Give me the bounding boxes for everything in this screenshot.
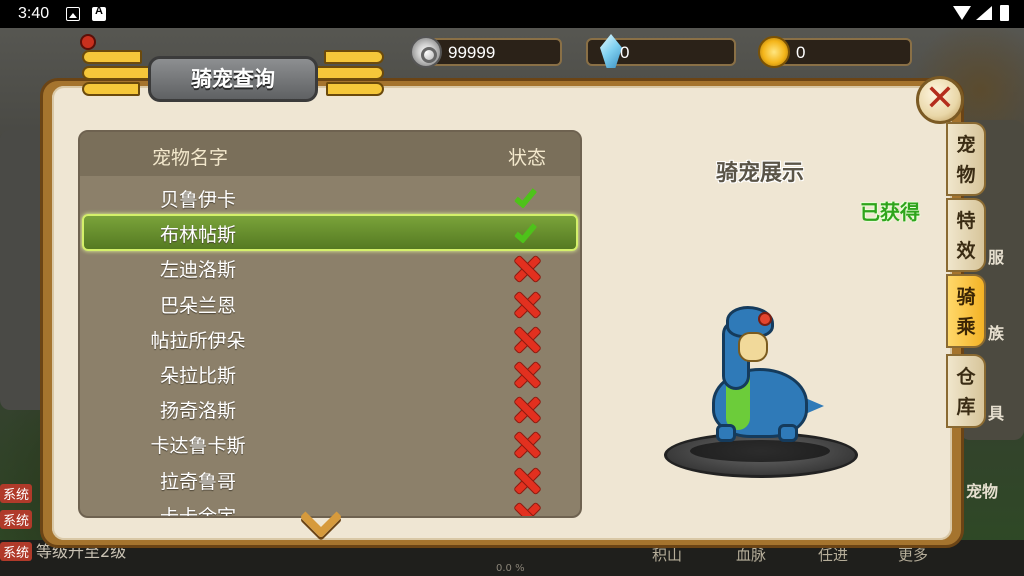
scroll-down-icon[interactable] xyxy=(300,502,342,532)
cross-icon xyxy=(510,252,544,282)
right-menu-label[interactable]: 具 xyxy=(988,400,1004,424)
tab-label: 效 xyxy=(956,240,976,262)
right-menu-label[interactable]: 宠物 xyxy=(966,478,998,502)
chat-tag: 系统 xyxy=(0,542,33,561)
status-time: 3:40 xyxy=(18,5,50,22)
panel-title: 骑宠查询 xyxy=(148,56,318,102)
right-menu-label[interactable]: 服 xyxy=(988,244,1004,268)
list-header: 宠物名字 状态 xyxy=(80,132,580,176)
pet-name: 帖拉所伊朵 xyxy=(150,329,246,352)
pet-name: 卡达鲁卡斯 xyxy=(150,435,246,458)
silver-coin-icon xyxy=(410,36,442,68)
cross-icon xyxy=(510,428,544,458)
list-item[interactable]: 拉奇鲁哥 xyxy=(80,462,580,497)
list-item[interactable]: 贝鲁伊卡 xyxy=(80,180,580,215)
wifi-icon xyxy=(953,6,971,20)
progress-percent: 0.0 % xyxy=(496,563,525,574)
battery-icon xyxy=(1000,5,1009,21)
image-notification-icon xyxy=(66,7,80,21)
tab-effect[interactable]: 特 效 xyxy=(946,198,986,272)
list-item[interactable]: 扬奇洛斯 xyxy=(80,391,580,426)
mount-display-title: 骑宠展示 xyxy=(715,161,804,186)
app-notification-icon xyxy=(92,5,106,21)
status-bar: 3:40 xyxy=(0,0,1024,28)
gold-value: 0 xyxy=(796,43,806,62)
close-icon: ✕ xyxy=(924,78,956,119)
header-pet-name: 宠物名字 xyxy=(152,147,229,169)
chat-line: 系统 xyxy=(0,484,36,503)
crystal-icon xyxy=(600,34,622,68)
pet-name: 卡卡余宇 xyxy=(159,505,236,518)
chat-tag: 系统 xyxy=(0,484,33,503)
list-item[interactable]: 卡达鲁卡斯 xyxy=(80,426,580,461)
right-wing-icon xyxy=(314,46,384,108)
cross-icon xyxy=(510,323,544,353)
silver-currency: 99999 xyxy=(410,36,562,68)
list-item[interactable]: 帖拉所伊朵 xyxy=(80,321,580,356)
tab-pet[interactable]: 宠 物 xyxy=(946,122,986,196)
right-menu-label[interactable]: 族 xyxy=(988,320,1004,344)
left-wing-icon xyxy=(82,46,152,108)
cross-icon xyxy=(510,464,544,494)
tab-storage[interactable]: 仓 库 xyxy=(946,354,986,428)
crystal-value: 0 xyxy=(620,43,630,62)
close-button[interactable]: ✕ xyxy=(916,76,964,124)
list-item[interactable]: 巴朵兰恩 xyxy=(80,286,580,321)
list-item[interactable]: 朵拉比斯 xyxy=(80,356,580,391)
list-item[interactable]: 布林帖斯 xyxy=(80,214,580,252)
tab-label: 宠 xyxy=(956,134,976,156)
cross-icon xyxy=(510,393,544,423)
tab-label: 骑 xyxy=(956,286,976,308)
tab-label: 特 xyxy=(956,210,976,232)
pet-name: 贝鲁伊卡 xyxy=(159,189,236,211)
list-item[interactable]: 左迪洛斯 xyxy=(80,250,580,285)
check-icon xyxy=(510,182,544,212)
pet-name: 左迪洛斯 xyxy=(159,259,236,282)
tab-mount[interactable]: 骑 乘 xyxy=(946,274,986,348)
gold-coin-icon xyxy=(758,36,790,68)
pet-name: 扬奇洛斯 xyxy=(159,400,236,423)
silver-value: 99999 xyxy=(448,43,496,62)
header-status: 状态 xyxy=(508,147,547,169)
cross-icon xyxy=(510,499,544,516)
pet-name: 布林帖斯 xyxy=(159,224,236,247)
check-icon xyxy=(510,217,544,247)
crystal-currency: 0 xyxy=(586,34,736,68)
tab-label: 物 xyxy=(956,164,976,186)
tab-label: 乘 xyxy=(956,316,976,338)
cross-icon xyxy=(510,288,544,318)
cross-icon xyxy=(510,358,544,388)
pet-list[interactable]: 宠物名字 状态 贝鲁伊卡布林帖斯左迪洛斯巴朵兰恩帖拉所伊朵朵拉比斯扬奇洛斯卡达鲁… xyxy=(78,130,582,518)
pet-name: 巴朵兰恩 xyxy=(159,294,236,317)
signal-icon xyxy=(976,6,992,20)
obtained-badge: 已获得 xyxy=(860,200,920,224)
tab-label: 仓 xyxy=(956,366,976,388)
tab-label: 库 xyxy=(956,396,976,418)
pet-name: 拉奇鲁哥 xyxy=(159,470,236,493)
gold-currency: 0 xyxy=(758,36,912,68)
chat-tag: 系统 xyxy=(0,510,33,529)
pet-name: 朵拉比斯 xyxy=(159,365,236,387)
chat-line: 系统 xyxy=(0,510,36,529)
